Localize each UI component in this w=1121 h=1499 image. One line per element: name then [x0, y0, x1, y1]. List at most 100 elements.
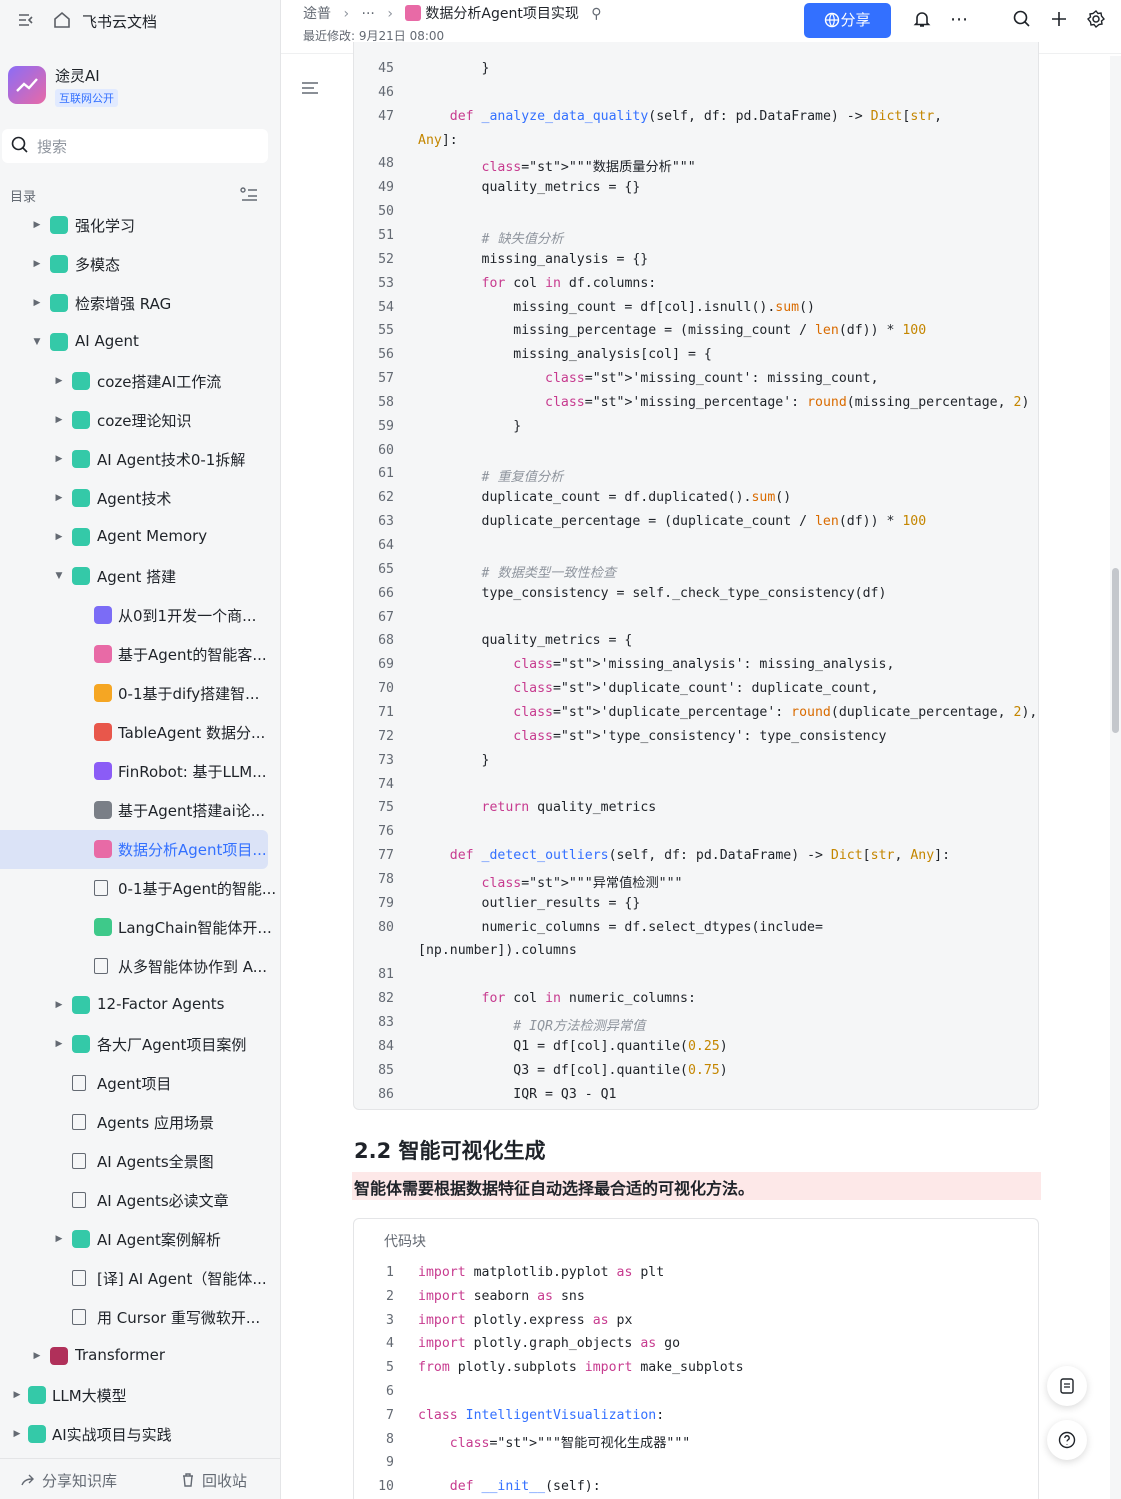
code-line: 52 missing_analysis = {}	[354, 252, 1038, 276]
code-line: 66 type_consistency = self._check_type_c…	[354, 586, 1038, 610]
sidebar-item[interactable]: ▶ 检索增强 RAG	[0, 284, 281, 323]
sidebar-item[interactable]: ▶ coze理论知识	[0, 401, 281, 440]
scrollbar[interactable]	[1110, 56, 1121, 1499]
caret-right-icon[interactable]: ▶	[54, 1233, 64, 1245]
code-line: 59 }	[354, 419, 1038, 443]
sidebar-item[interactable]: ▶ Agent技术	[0, 479, 281, 518]
sidebar-item[interactable]: TableAgent 数据分...	[0, 713, 281, 752]
home-icon[interactable]	[51, 10, 73, 32]
sidebar-item[interactable]: Agents 应用场景	[0, 1103, 281, 1142]
line-number: 58	[378, 394, 394, 410]
sidebar-item[interactable]: 从0到1开发一个商...	[0, 596, 281, 635]
knowledge-space[interactable]: 途灵AI 互联网公开	[8, 64, 268, 108]
code-block-visualization[interactable]: 代码块 1 import matplotlib.pyplot as plt 2 imp…	[353, 1218, 1039, 1499]
code-line: 48 class="st">"""数据质量分析"""	[354, 156, 1038, 180]
sidebar-item[interactable]: 0-1基于Agent的智能...	[0, 869, 281, 908]
sidebar-item-label: AI实战项目与实践	[52, 1426, 172, 1444]
line-number: 3	[386, 1312, 394, 1328]
more-icon[interactable]: ⋯	[948, 9, 970, 31]
thumb-up-icon	[94, 684, 112, 702]
sidebar-item[interactable]: ▶ coze搭建AI工作流	[0, 362, 281, 401]
sidebar-item-label: Agent Memory	[97, 527, 208, 545]
sidebar-item[interactable]: AI Agents必读文章	[0, 1181, 281, 1220]
breadcrumb-ellipsis[interactable]: ···	[362, 6, 375, 22]
breadcrumb-root[interactable]: 途普	[303, 6, 331, 22]
caret-down-icon[interactable]: ▼	[32, 336, 42, 348]
sidebar-item[interactable]: Agent项目	[0, 1064, 281, 1103]
sidebar-item[interactable]: 基于Agent的智能客...	[0, 635, 281, 674]
code-text: }	[418, 61, 490, 76]
sidebar-item[interactable]: ▶ 各大厂Agent项目案例	[0, 1025, 281, 1064]
pin-icon[interactable]: ⚲	[591, 6, 601, 22]
sidebar-item[interactable]: [译] AI Agent（智能体...	[0, 1259, 281, 1298]
sidebar-item[interactable]: FinRobot: 基于LLM...	[0, 752, 281, 791]
code-line: 3 import plotly.express as px	[354, 1313, 1038, 1337]
code-line: 8 class="st">"""智能可视化生成器"""	[354, 1432, 1038, 1456]
caret-right-icon[interactable]: ▶	[32, 1350, 42, 1362]
caret-right-icon[interactable]: ▶	[54, 999, 64, 1011]
scrollbar-thumb[interactable]	[1112, 568, 1119, 733]
sidebar-item[interactable]: ▶ 多模态	[0, 245, 281, 284]
app-brand[interactable]: 飞书云文档	[82, 11, 157, 32]
sidebar-item[interactable]: ▶ Agent Memory	[0, 518, 281, 557]
caret-right-icon[interactable]: ▶	[12, 1389, 22, 1401]
sidebar-item[interactable]: 用 Cursor 重写微软开...	[0, 1298, 281, 1337]
sidebar-item[interactable]: ▶ AI Agent案例解析	[0, 1220, 281, 1259]
share-kb-button[interactable]: 分享知识库	[20, 1470, 117, 1491]
sidebar-item[interactable]: ▶ 强化学习	[0, 206, 281, 245]
sidebar-item[interactable]: ▼ Agent 搭建	[0, 557, 281, 596]
sidebar-item-label: Agent项目	[97, 1075, 172, 1093]
sidebar-item[interactable]: 从多智能体协作到 A...	[0, 947, 281, 986]
plus-icon[interactable]	[1048, 9, 1070, 31]
code-text: def __init__(self):	[449, 1479, 601, 1495]
line-number: 55	[378, 323, 394, 339]
code-line: 84 Q1 = df[col].quantile(0.25)	[354, 1039, 1038, 1063]
bell-icon[interactable]	[911, 9, 933, 31]
caret-right-icon[interactable]: ▶	[54, 1038, 64, 1050]
sidebar-item[interactable]: ▼ AI Agent	[0, 323, 281, 362]
recycle-bin-button[interactable]: 回收站	[180, 1470, 247, 1491]
doc-green-icon	[50, 294, 68, 312]
outline-icon[interactable]	[300, 78, 320, 98]
help-button[interactable]	[1047, 1420, 1087, 1460]
sidebar-item[interactable]: ▶ AI Agent技术0-1拆解	[0, 440, 281, 479]
sidebar-item[interactable]: 数据分析Agent项目...	[0, 830, 268, 869]
caret-right-icon[interactable]: ▶	[54, 375, 64, 387]
code-text: class="st">'duplicate_count': duplicate_…	[513, 681, 879, 697]
sidebar-item[interactable]: ▶ LLM大模型	[0, 1376, 281, 1415]
line-number: 68	[378, 633, 394, 649]
sidebar-item[interactable]: 0-1基于dify搭建智...	[0, 674, 281, 713]
code-line: Any]:	[354, 133, 1038, 157]
doc-pink-icon	[405, 5, 422, 21]
caret-down-icon[interactable]: ▼	[54, 570, 64, 582]
code-line: 80 numeric_columns = df.select_dtypes(in…	[354, 920, 1038, 944]
toc-list-icon[interactable]	[239, 186, 259, 204]
caret-right-icon[interactable]: ▶	[32, 219, 42, 231]
caret-right-icon[interactable]: ▶	[54, 453, 64, 465]
sidebar-item[interactable]: 基于Agent搭建ai论...	[0, 791, 281, 830]
collapse-sidebar-icon[interactable]	[16, 10, 38, 32]
caret-right-icon[interactable]: ▶	[54, 492, 64, 504]
caret-right-icon[interactable]: ▶	[54, 531, 64, 543]
doc-green-icon	[72, 489, 90, 507]
caret-right-icon[interactable]: ▶	[32, 297, 42, 309]
caret-right-icon[interactable]: ▶	[54, 414, 64, 426]
code-line: 55 missing_percentage = (missing_count /…	[354, 323, 1038, 347]
caret-right-icon[interactable]: ▶	[12, 1428, 22, 1440]
search-icon[interactable]	[1011, 9, 1033, 31]
doc-comment-button[interactable]	[1047, 1366, 1087, 1406]
code-line: 67	[354, 610, 1038, 634]
sidebar-item[interactable]: ▶ 12-Factor Agents	[0, 986, 281, 1025]
toc-heading: 目录	[10, 190, 37, 205]
sidebar-item[interactable]: AI Agents全景图	[0, 1142, 281, 1181]
sidebar-item[interactable]: LangChain智能体开...	[0, 908, 281, 947]
code-block-quality[interactable]: 45 } 46 47 def _analyze_data_quality(self,…	[353, 42, 1039, 1110]
gear-icon[interactable]	[1085, 9, 1107, 31]
sidebar-item[interactable]: ▶ AI实战项目与实践	[0, 1415, 281, 1454]
caret-right-icon[interactable]: ▶	[32, 258, 42, 270]
sidebar-item[interactable]: ▶ Transformer	[0, 1337, 281, 1376]
search-box[interactable]: 搜索	[2, 129, 268, 163]
sidebar-item-label: 0-1基于dify搭建智...	[118, 685, 260, 703]
share-button[interactable]: 分享	[804, 3, 891, 38]
line-number: 78	[378, 871, 394, 887]
